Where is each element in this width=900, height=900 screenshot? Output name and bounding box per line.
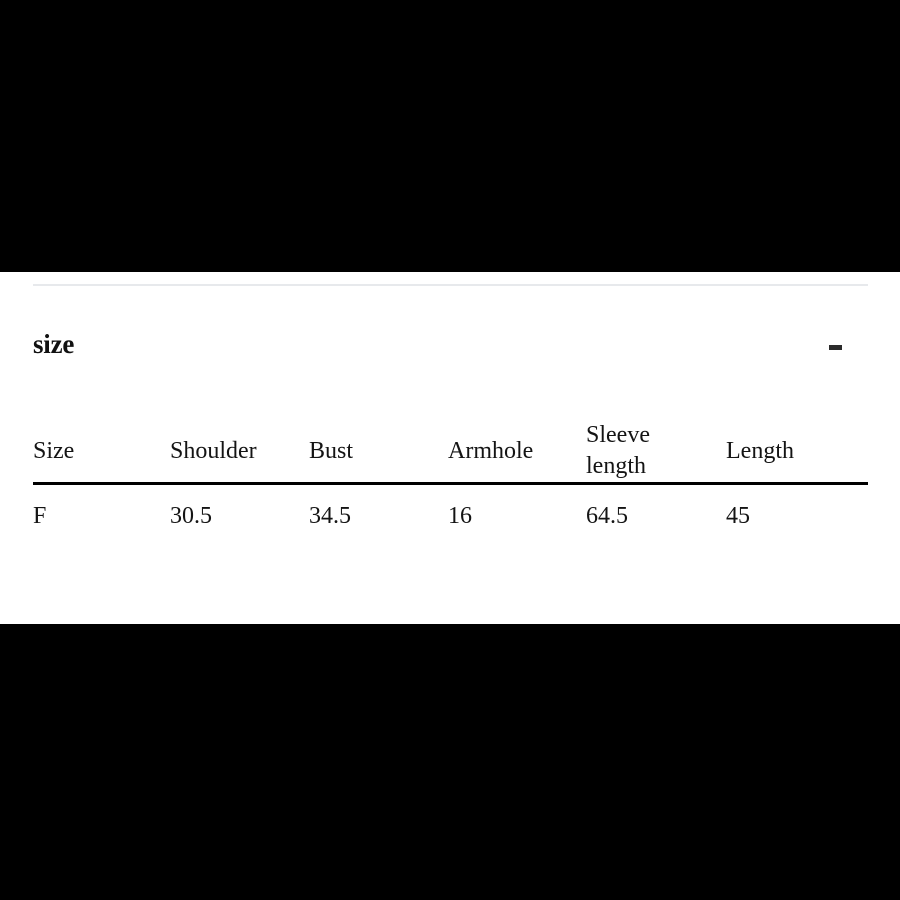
column-header-shoulder-label: Shoulder [170, 437, 257, 464]
page-title: size [33, 329, 75, 359]
column-header-size-label: Size [33, 437, 75, 464]
product-size-page: size Size Shoulder Bust Armhole Sleeve l… [0, 0, 900, 900]
cell-armhole: 16 [448, 503, 472, 529]
column-header-armhole-label: Armhole [448, 437, 534, 464]
size-section-header: size [33, 327, 868, 367]
column-header-shoulder: Shoulder [170, 420, 309, 485]
column-header-armhole: Armhole [448, 420, 586, 485]
cell-length: 45 [726, 503, 750, 529]
collapse-section-button[interactable] [824, 336, 850, 358]
top-letterbox-band [0, 0, 900, 272]
bottom-letterbox-band [0, 624, 900, 900]
column-header-sleeve-length-label: Sleeve length [586, 422, 650, 479]
cell-shoulder: 30.5 [170, 503, 212, 529]
column-header-length-label: Length [726, 437, 794, 464]
size-table-body: F 30.5 34.5 16 64.5 45 [33, 484, 868, 541]
table-header-row: Size Shoulder Bust Armhole Sleeve length [33, 420, 868, 485]
column-header-size: Size [33, 420, 170, 485]
column-header-length: Length [726, 420, 868, 485]
cell-size: F [33, 503, 47, 529]
minus-icon [829, 345, 842, 350]
size-section-panel: size Size Shoulder Bust Armhole Sleeve l… [0, 272, 900, 624]
column-header-sleeve-length: Sleeve length [586, 420, 726, 485]
column-header-bust-label: Bust [309, 437, 354, 464]
size-table-head: Size Shoulder Bust Armhole Sleeve length [33, 420, 868, 485]
table-row: F 30.5 34.5 16 64.5 45 [33, 484, 868, 541]
cell-sleeve-length: 64.5 [586, 503, 628, 529]
size-chart-table: Size Shoulder Bust Armhole Sleeve length [33, 420, 868, 540]
section-top-divider [33, 284, 868, 286]
column-header-bust: Bust [309, 420, 448, 485]
cell-bust: 34.5 [309, 503, 351, 529]
